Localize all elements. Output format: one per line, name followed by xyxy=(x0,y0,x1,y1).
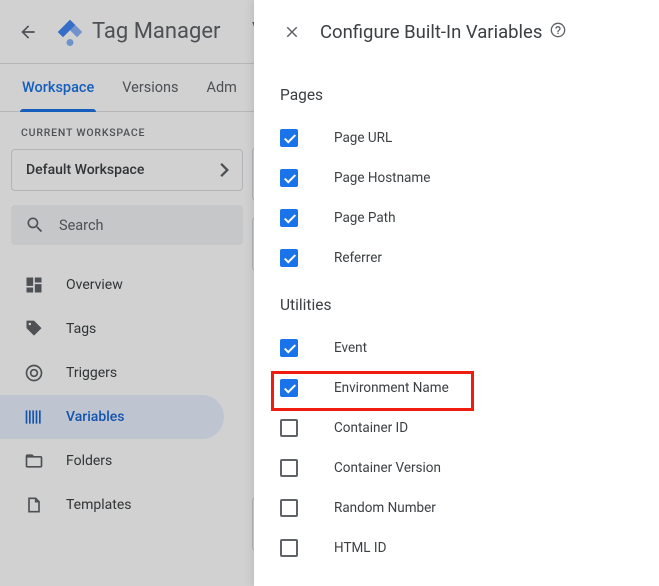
panel-title: Configure Built-In Variables xyxy=(320,21,542,43)
checkbox[interactable] xyxy=(280,169,298,187)
var-page-path[interactable]: Page Path xyxy=(280,198,633,238)
search-placeholder: Search xyxy=(59,217,104,234)
checkbox[interactable] xyxy=(280,379,298,397)
config-panel: Configure Built-In Variables Pages Page … xyxy=(254,0,659,586)
nav-templates[interactable]: Templates xyxy=(0,483,224,527)
app-title: Tag Manager xyxy=(92,19,220,44)
help-icon xyxy=(550,22,566,38)
checkbox[interactable] xyxy=(280,249,298,267)
workspace-name: Default Workspace xyxy=(26,162,144,178)
var-container-version[interactable]: Container Version xyxy=(280,448,633,488)
tag-icon xyxy=(24,319,44,339)
current-workspace-label: CURRENT WORKSPACE xyxy=(11,126,243,139)
checkbox[interactable] xyxy=(280,209,298,227)
nav-variables[interactable]: Variables xyxy=(0,395,224,439)
section-utilities-title: Utilities xyxy=(280,296,633,314)
folder-icon xyxy=(24,451,44,471)
panel-header: Configure Built-In Variables xyxy=(254,0,659,64)
target-icon xyxy=(24,363,44,383)
close-icon xyxy=(283,23,301,41)
tab-workspace[interactable]: Workspace xyxy=(22,64,94,112)
left-sidebar: Tag Manager Workspace Versions Adm CURRE… xyxy=(0,0,254,586)
checkbox[interactable] xyxy=(280,419,298,437)
help-button[interactable] xyxy=(550,22,566,42)
arrow-left-icon xyxy=(18,22,38,42)
variables-icon xyxy=(24,407,44,427)
template-icon xyxy=(24,495,44,515)
checkbox[interactable] xyxy=(280,339,298,357)
section-pages-title: Pages xyxy=(280,86,633,104)
nav-list: Overview Tags Triggers Variables Folders… xyxy=(0,263,254,527)
var-page-hostname[interactable]: Page Hostname xyxy=(280,158,633,198)
var-container-id[interactable]: Container ID xyxy=(280,408,633,448)
search-icon xyxy=(25,215,45,235)
tab-versions[interactable]: Versions xyxy=(122,64,178,112)
var-random-number[interactable]: Random Number xyxy=(280,488,633,528)
checkbox[interactable] xyxy=(280,129,298,147)
nav-folders[interactable]: Folders xyxy=(0,439,224,483)
checkbox[interactable] xyxy=(280,539,298,557)
dashboard-icon xyxy=(24,275,44,295)
nav-tags[interactable]: Tags xyxy=(0,307,224,351)
app-header: Tag Manager xyxy=(0,0,254,64)
var-referrer[interactable]: Referrer xyxy=(280,238,633,278)
nav-overview[interactable]: Overview xyxy=(0,263,224,307)
var-html-id[interactable]: HTML ID xyxy=(280,528,633,568)
workspace-selector[interactable]: Default Workspace xyxy=(11,149,243,191)
var-event[interactable]: Event xyxy=(280,328,633,368)
back-button[interactable] xyxy=(8,12,48,52)
checkbox[interactable] xyxy=(280,499,298,517)
tab-admin[interactable]: Adm xyxy=(207,64,237,112)
chevron-right-icon xyxy=(220,163,230,177)
search-input[interactable]: Search xyxy=(11,205,243,245)
tag-manager-logo-icon xyxy=(56,18,84,46)
var-environment-name[interactable]: Environment Name xyxy=(280,368,633,408)
close-button[interactable] xyxy=(272,12,312,52)
nav-triggers[interactable]: Triggers xyxy=(0,351,224,395)
var-page-url[interactable]: Page URL xyxy=(280,118,633,158)
checkbox[interactable] xyxy=(280,459,298,477)
main-tabs: Workspace Versions Adm xyxy=(0,64,254,112)
